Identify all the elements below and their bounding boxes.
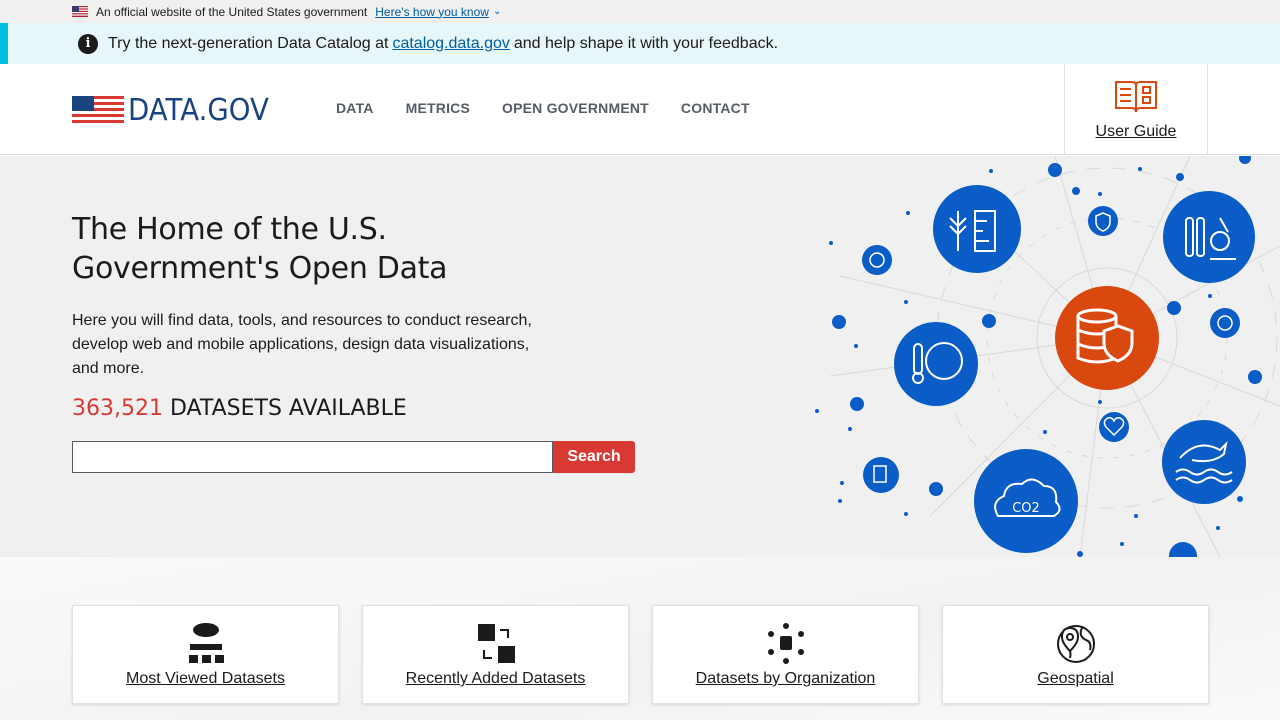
open-data-illustration: CO2 (815, 156, 1280, 557)
user-guide-label: User Guide (1095, 123, 1177, 140)
info-icon: i (78, 33, 98, 54)
main-nav: DATA METRICS OPEN GOVERNMENT CONTACT (336, 100, 750, 116)
recently-added-label: Recently Added Datasets (405, 670, 586, 687)
search-form: Search (72, 441, 635, 473)
hero-section: The Home of the U.S. Government's Open D… (0, 156, 1280, 557)
hero-description: Here you will find data, tools, and reso… (72, 312, 532, 377)
nav-data[interactable]: DATA (336, 100, 374, 116)
heart-node (1099, 412, 1129, 442)
map-node (1210, 308, 1240, 338)
organization-dots-icon (767, 623, 804, 664)
shield-node (1088, 206, 1118, 236)
info-alert: i Try the next-generation Data Catalog a… (0, 23, 1280, 64)
dataset-count: 363,521 DATASETS AVAILABLE (72, 396, 407, 421)
recycle-node (862, 245, 892, 275)
by-organization-card[interactable]: Datasets by Organization (652, 605, 919, 704)
search-button[interactable]: Search (553, 441, 635, 473)
alert-text-before: Try the next-generation Data Catalog at (108, 34, 389, 52)
globe-pin-icon (1056, 625, 1095, 663)
dataset-count-number: 363,521 (72, 396, 163, 421)
featured-links: Most Viewed Datasets Recently Added Data… (0, 557, 1280, 720)
science-node (1163, 191, 1255, 283)
geospatial-card[interactable]: Geospatial (942, 605, 1209, 704)
flag-logo-icon (72, 95, 124, 123)
catalog-link[interactable]: catalog.data.gov (392, 35, 509, 53)
geospatial-label: Geospatial (1037, 670, 1114, 687)
svg-text:CO2: CO2 (1012, 501, 1040, 516)
climate-node (894, 322, 978, 406)
co2-node: CO2 (974, 449, 1078, 553)
swap-squares-icon (477, 624, 515, 663)
book-icon (1115, 81, 1157, 113)
report-node (863, 457, 899, 493)
logo-wordmark: DATA.GOV (128, 93, 269, 128)
by-organization-label: Datasets by Organization (695, 670, 876, 687)
heres-how-you-know-link[interactable]: Here's how you know (375, 5, 489, 19)
alert-text-after: and help shape it with your feedback. (513, 34, 779, 52)
agriculture-node (933, 185, 1021, 273)
dataset-count-label: DATASETS AVAILABLE (169, 396, 407, 421)
database-shield-node (1055, 286, 1159, 390)
nav-contact[interactable]: CONTACT (681, 100, 750, 116)
marine-node (1162, 420, 1246, 504)
hierarchy-icon (188, 623, 224, 663)
chevron-down-icon[interactable]: ⌄ (493, 6, 501, 17)
user-guide-button[interactable]: User Guide (1064, 64, 1208, 155)
us-flag-icon (72, 6, 88, 17)
site-logo[interactable]: DATA.GOV (72, 93, 281, 128)
search-input[interactable] (72, 441, 553, 473)
most-viewed-card[interactable]: Most Viewed Datasets (72, 605, 339, 704)
gov-banner: An official website of the United States… (0, 0, 1280, 23)
nav-metrics[interactable]: METRICS (406, 100, 470, 116)
most-viewed-label: Most Viewed Datasets (126, 670, 285, 687)
page-title: The Home of the U.S. Government's Open D… (72, 212, 448, 286)
recently-added-card[interactable]: Recently Added Datasets (362, 605, 629, 704)
site-header: DATA.GOV DATA METRICS OPEN GOVERNMENT CO… (0, 64, 1280, 155)
nav-open-government[interactable]: OPEN GOVERNMENT (502, 100, 649, 116)
gov-banner-text: An official website of the United States… (96, 4, 368, 19)
